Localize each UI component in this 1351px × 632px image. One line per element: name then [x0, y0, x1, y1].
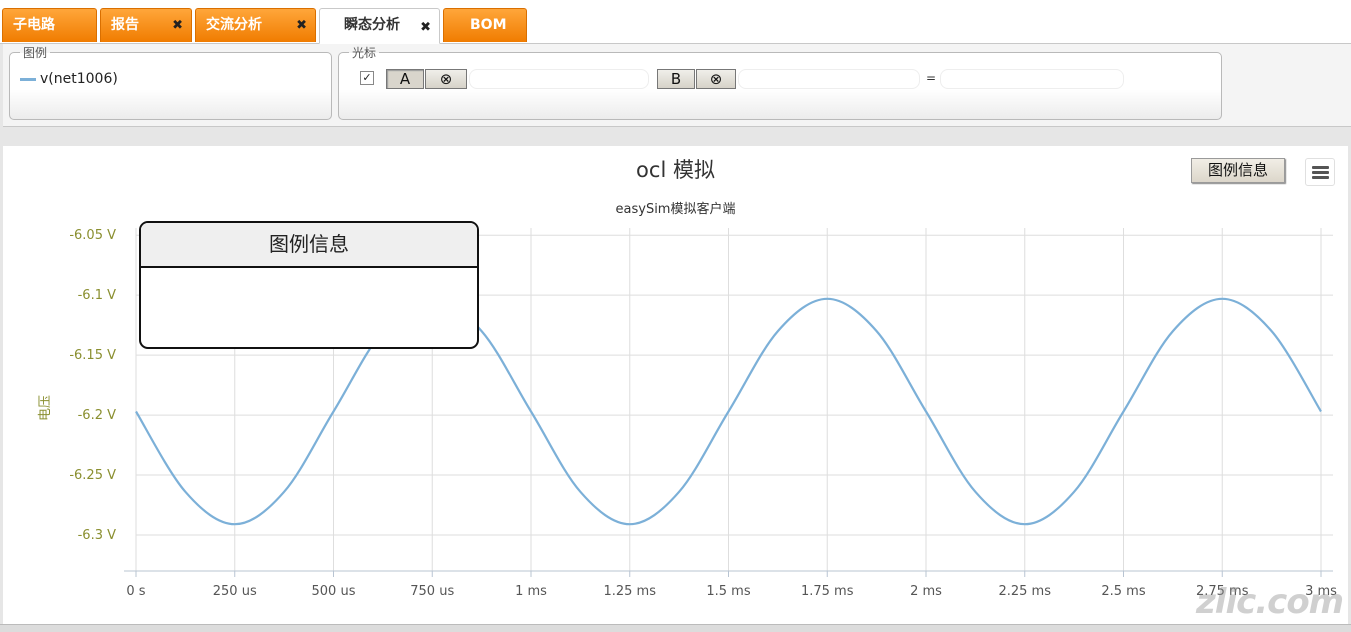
- legend-series-label: v(net1006): [40, 71, 118, 87]
- toolbar: 图例 v(net1006) 光标 ✓ A ⊗ B ⊗ =: [3, 44, 1351, 127]
- x-tick-label: 2.25 ms: [998, 584, 1051, 599]
- legend-info-button[interactable]: 图例信息: [1191, 158, 1285, 183]
- tab-subcircuit[interactable]: 子电路: [2, 8, 97, 42]
- cursor-b-button[interactable]: B: [657, 69, 695, 89]
- y-axis-label: 电压: [38, 395, 53, 421]
- series-swatch: [20, 77, 36, 81]
- legend-info-popup-title: 图例信息: [141, 223, 477, 268]
- cursor-difference-field[interactable]: [940, 69, 1124, 89]
- tab-label: BOM: [470, 17, 507, 33]
- watermark: zlic.com: [1196, 582, 1344, 622]
- tab-label: 子电路: [13, 17, 55, 33]
- x-tick-label: 750 us: [410, 584, 454, 599]
- x-tick-label: 1.75 ms: [801, 584, 854, 599]
- y-tick-label: -6.3 V: [78, 528, 116, 543]
- hamburger-icon: [1312, 176, 1329, 179]
- cursor-b-value-field[interactable]: [738, 69, 920, 89]
- x-tick-label: 2.5 ms: [1101, 584, 1145, 599]
- cursor-enable-checkbox[interactable]: ✓: [360, 71, 374, 85]
- close-icon[interactable]: ✖: [172, 10, 183, 42]
- y-tick-label: -6.1 V: [78, 288, 116, 303]
- chart-subtitle: easySim模拟客户端: [615, 202, 736, 217]
- x-tick-label: 0 s: [126, 584, 145, 599]
- cursor-a-button[interactable]: A: [386, 69, 424, 89]
- transient-chart: -6.05 V-6.1 V-6.15 V-6.2 V-6.25 V-6.3 V …: [38, 228, 1337, 599]
- x-tick-label: 500 us: [312, 584, 356, 599]
- close-icon[interactable]: ✖: [296, 10, 307, 42]
- y-tick-label: -6.25 V: [69, 468, 116, 483]
- legend-info-popup: 图例信息: [139, 221, 479, 349]
- legend-series-item[interactable]: v(net1006): [20, 71, 118, 87]
- tab-bom[interactable]: BOM: [443, 8, 527, 42]
- close-icon[interactable]: ✖: [420, 12, 431, 44]
- cursor-a-remove-button[interactable]: ⊗: [425, 69, 467, 89]
- x-tick-label: 2 ms: [910, 584, 942, 599]
- tab-label: 瞬态分析: [344, 17, 400, 33]
- x-tick-label: 1 ms: [515, 584, 547, 599]
- hamburger-icon: [1312, 171, 1329, 174]
- y-tick-label: -6.2 V: [78, 408, 116, 423]
- tab-transient-analysis[interactable]: 瞬态分析 ✖: [319, 8, 440, 44]
- cursor-a-value-field[interactable]: [469, 69, 649, 89]
- hamburger-icon: [1312, 166, 1329, 169]
- y-tick-label: -6.05 V: [69, 228, 116, 243]
- x-axis-ticks: 0 s 250 us 500 us 750 us 1 ms 1.25 ms 1.5 ms 1.…: [126, 584, 1337, 599]
- legend-panel: 图例 v(net1006): [9, 44, 332, 120]
- cursor-panel: 光标 ✓ A ⊗ B ⊗ =: [338, 44, 1222, 120]
- tab-ac-analysis[interactable]: 交流分析 ✖: [195, 8, 316, 42]
- difference-equals-sign: =: [926, 71, 937, 85]
- tab-bar: 子电路 报告 ✖ 交流分析 ✖ 瞬态分析 ✖ BOM: [0, 0, 1351, 44]
- tab-label: 交流分析: [206, 17, 262, 33]
- legend-panel-title: 图例: [23, 46, 48, 60]
- x-tick-label: 250 us: [213, 584, 257, 599]
- tab-label: 报告: [111, 17, 139, 33]
- cursor-panel-title: 光标: [352, 46, 377, 60]
- y-axis-ticks: -6.05 V -6.1 V -6.15 V -6.2 V -6.25 V -6.3 V: [69, 228, 116, 543]
- chart-title: ocl 模拟: [636, 158, 715, 182]
- chart-menu-button[interactable]: [1305, 158, 1335, 186]
- x-tick-label: 1.5 ms: [706, 584, 750, 599]
- y-tick-label: -6.15 V: [69, 348, 116, 363]
- chart-panel: -6.05 V -6.1 V -6.15 V -6.2 V -6.25 V -6.3 V …: [3, 146, 1348, 624]
- cursor-b-remove-button[interactable]: ⊗: [696, 69, 736, 89]
- x-tick-label: 1.25 ms: [603, 584, 656, 599]
- tab-report[interactable]: 报告 ✖: [100, 8, 192, 42]
